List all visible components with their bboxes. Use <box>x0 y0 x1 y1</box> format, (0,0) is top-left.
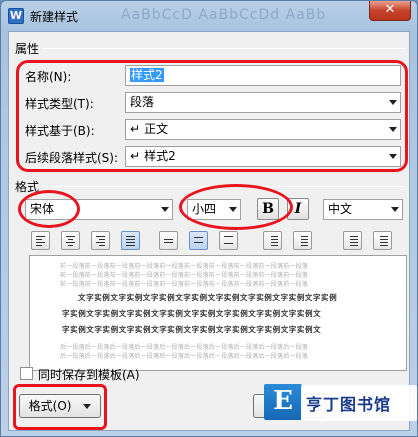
font-size-select[interactable]: 小四 <box>187 199 241 220</box>
decrease-indent-button[interactable] <box>343 231 362 250</box>
font-value: 宋体 <box>30 202 55 216</box>
chevron-down-icon <box>161 207 169 212</box>
dialog-client-area: 属性 名称(N): 样式2 样式类型(T): 段落 样式基于(B): ↵ 正文 后… <box>8 31 410 431</box>
next-style-label: 后续段落样式(S): <box>25 151 119 165</box>
paragraph-spacing-increase-icon <box>271 236 280 248</box>
preview-sample-text: 字实例文字实例文字实例文字实例文字实例文字实例文字实例文字实例文 <box>62 325 322 334</box>
align-right-icon <box>96 236 105 248</box>
chevron-down-icon <box>229 207 237 212</box>
close-button[interactable]: ✕ <box>369 1 411 21</box>
title-bar[interactable]: W 新建样式 AaBbCcD AaBbCcDd AaBb ✕ <box>1 1 417 31</box>
paragraph-mark-icon: ↵ <box>130 149 141 163</box>
align-left-button[interactable] <box>31 231 50 250</box>
font-size-value: 小四 <box>192 202 217 216</box>
based-on-select[interactable]: ↵ 正文 <box>125 119 401 140</box>
chevron-down-icon <box>389 100 397 105</box>
preview-previous-paragraph: 前一段落前一段落前一段落前一段落前一段落前一段落前一段落前一段落前一段落前一段落 <box>60 263 309 270</box>
format-menu-button[interactable]: 格式(O) <box>19 394 101 418</box>
single-spacing-button[interactable] <box>159 231 178 250</box>
line-spacing-double-icon <box>224 236 233 246</box>
next-style-select[interactable]: ↵ 样式2 <box>125 146 401 167</box>
based-on-label: 样式基于(B): <box>25 124 95 138</box>
close-icon: ✕ <box>384 2 396 17</box>
italic-icon: I <box>294 201 302 217</box>
language-value: 中文 <box>328 202 353 216</box>
properties-group-label: 属性 <box>15 42 40 56</box>
language-select[interactable]: 中文 <box>323 199 403 220</box>
align-right-button[interactable] <box>91 231 110 250</box>
double-spacing-button[interactable] <box>219 231 238 250</box>
align-center-icon <box>66 236 75 248</box>
dialog-title: 新建样式 <box>30 10 79 24</box>
decrease-paragraph-spacing-button[interactable] <box>293 231 312 250</box>
style-type-select[interactable]: 段落 <box>125 92 401 113</box>
paragraph-spacing-decrease-icon <box>301 236 310 248</box>
bold-button[interactable]: B <box>257 198 279 220</box>
format-group-divider <box>43 186 405 187</box>
watermark-logo: E <box>264 384 302 420</box>
chevron-down-icon <box>83 404 92 409</box>
align-center-button[interactable] <box>61 231 80 250</box>
new-style-dialog: W 新建样式 AaBbCcD AaBbCcDd AaBb ✕ 属性 名称(N):… <box>0 0 418 437</box>
indent-icon <box>380 236 389 248</box>
style-type-value: 段落 <box>130 95 155 109</box>
watermark-text: 亨丁图书馆 <box>306 395 392 414</box>
save-to-template-checkbox[interactable] <box>20 367 33 380</box>
one-half-spacing-button[interactable] <box>189 231 208 250</box>
next-style-value: 样式2 <box>144 149 176 163</box>
save-to-template-label[interactable]: 同时保存到模板(A) <box>38 366 140 383</box>
line-spacing-single-icon <box>164 239 173 245</box>
bold-icon: B <box>262 201 274 217</box>
style-preview: 前一段落前一段落前一段落前一段落前一段落前一段落前一段落前一段落前一段落前一段落… <box>29 255 407 371</box>
name-label: 名称(N): <box>25 70 72 84</box>
font-select[interactable]: 宋体 <box>25 199 173 220</box>
align-justify-icon <box>126 236 135 248</box>
align-left-icon <box>36 236 45 248</box>
background-style-gallery-ghost: AaBbCcD AaBbCcDd AaBb <box>121 7 327 23</box>
preview-previous-paragraph: 前一段落前一段落前一段落前一段落前一段落前一段落前一段落前一段落前一段落前一段落 <box>60 281 309 288</box>
preview-previous-paragraph: 前一段落前一段落前一段落前一段落前一段落前一段落前一段落前一段落前一段落前一段落 <box>60 272 309 279</box>
preview-sample-text: 文字实例文字实例文字实例文字实例文字实例文字实例文字实例文字实例 <box>78 293 338 302</box>
increase-paragraph-spacing-button[interactable] <box>263 231 282 250</box>
chevron-down-icon <box>389 127 397 132</box>
preview-next-paragraph: 后一段落后一段落后一段落后一段落后一段落后一段落后一段落后一段落后一段落后一段落 <box>60 344 309 351</box>
name-input-value: 样式2 <box>130 68 164 82</box>
preview-next-paragraph: 后一段落后一段落后一段落后一段落后一段落后一段落后一段落后一段落后一段落后一段落 <box>60 353 309 360</box>
chevron-down-icon <box>391 207 399 212</box>
line-spacing-one-half-icon <box>194 237 203 245</box>
style-type-label: 样式类型(T): <box>25 97 94 111</box>
preview-sample-text: 字实例文字实例文字实例文字实例文字实例文字实例文字实例文字实例文 <box>62 309 322 318</box>
format-group-label: 格式 <box>15 180 40 194</box>
align-justify-button[interactable] <box>121 231 140 250</box>
increase-indent-button[interactable] <box>373 231 392 250</box>
paragraph-mark-icon: ↵ <box>130 122 141 136</box>
wps-writer-icon: W <box>8 8 24 24</box>
name-input[interactable]: 样式2 <box>125 65 401 86</box>
format-button-label: 格式(O) <box>28 399 72 413</box>
properties-group-divider <box>43 48 405 49</box>
chevron-down-icon <box>389 154 397 159</box>
outdent-icon <box>350 236 359 248</box>
italic-button[interactable]: I <box>287 198 309 220</box>
based-on-value: 正文 <box>144 122 169 136</box>
